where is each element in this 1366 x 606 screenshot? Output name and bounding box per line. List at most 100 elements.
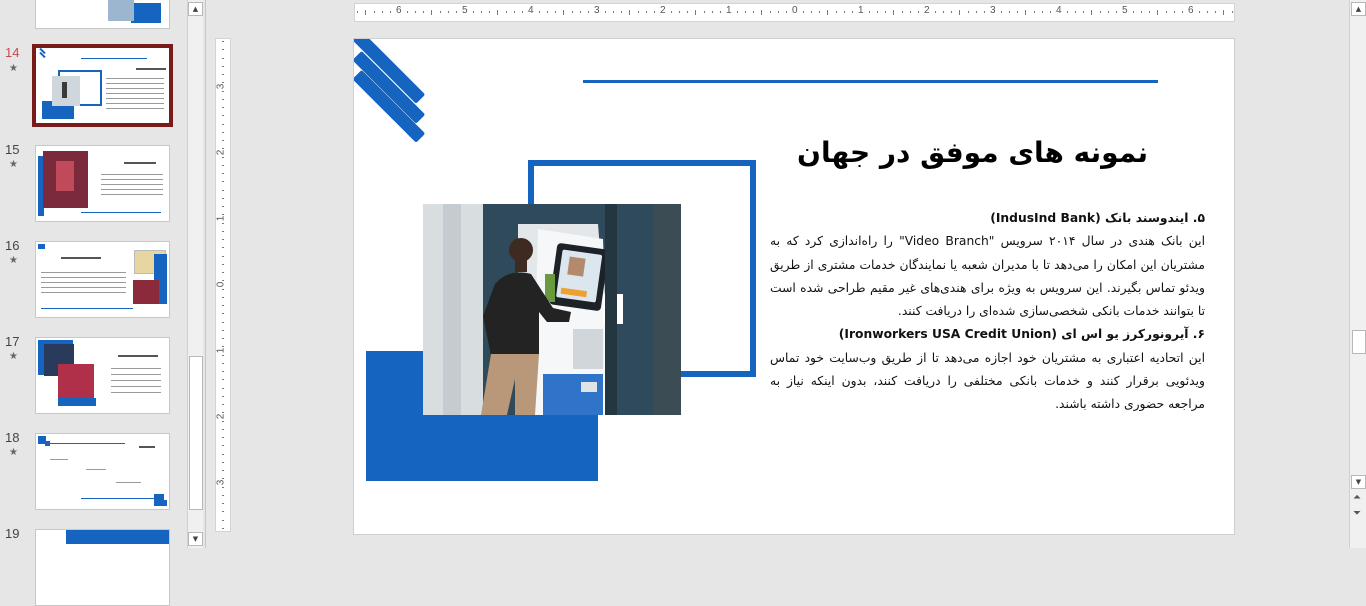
ruler-tick — [222, 379, 224, 381]
ruler-tick — [222, 329, 224, 331]
next-slide-icon[interactable]: ⏷ — [1353, 508, 1361, 519]
ruler-tick — [222, 41, 224, 42]
animation-star-icon: ★ — [9, 63, 18, 74]
ruler-tick — [934, 11, 936, 13]
ruler-tick — [621, 11, 622, 13]
slide-thumbnail-15[interactable] — [35, 145, 170, 222]
ruler-tick — [1083, 11, 1084, 13]
slide-thumbnail-16[interactable] — [35, 241, 170, 318]
item-5-heading: ۵. ایندوسند بانک (IndusInd Bank) — [990, 211, 1205, 225]
ruler-tick — [222, 387, 224, 389]
pane-splitter[interactable] — [205, 0, 206, 548]
ruler-tick — [604, 11, 606, 13]
ruler-number: 3 — [990, 5, 996, 16]
ruler-tick — [222, 395, 224, 397]
ruler-tick — [357, 11, 358, 13]
scroll-up-icon[interactable]: ▲ — [188, 2, 203, 16]
ruler-tick — [222, 115, 224, 117]
ruler-tick — [1140, 11, 1142, 13]
ruler-tick — [222, 486, 224, 488]
ruler-tick — [222, 164, 224, 166]
ruler-tick — [1050, 11, 1051, 13]
animation-star-icon: ★ — [9, 447, 18, 458]
ruler-tick — [439, 11, 441, 13]
ruler-tick — [975, 11, 977, 13]
previous-slide-icon[interactable]: ⏶ — [1353, 492, 1361, 503]
ruler-tick — [1099, 11, 1101, 13]
ruler-tick — [852, 11, 853, 13]
slide-number: 19 — [5, 526, 20, 541]
slide-thumbnail-14[interactable] — [32, 44, 173, 127]
slide-title[interactable]: نمونه های موفق در جهان — [797, 136, 1148, 169]
ruler-tick — [1223, 10, 1225, 15]
ruler-tick — [423, 11, 424, 13]
scrollbar-thumb[interactable] — [1352, 330, 1366, 354]
ruler-tick — [951, 11, 952, 13]
ruler-tick — [222, 65, 224, 67]
slide-thumbnail-18[interactable] — [35, 433, 170, 510]
ruler-tick — [1132, 11, 1134, 13]
ruler-tick — [645, 11, 647, 13]
ruler-tick — [1173, 11, 1175, 13]
horizontal-ruler[interactable]: 6 5 4 3 2 1 0 1 2 3 4 5 6 — [354, 3, 1235, 22]
ruler-tick — [612, 11, 614, 13]
slide-thumbnail-13[interactable] — [35, 0, 170, 29]
ruler-tick — [222, 74, 224, 75]
ruler-tick — [901, 11, 903, 13]
slide-canvas[interactable]: نمونه های موفق در جهان ۵. ایندوسند بانک … — [353, 38, 1235, 535]
ruler-tick — [222, 239, 224, 240]
ruler-tick — [222, 272, 224, 273]
ruler-tick — [406, 11, 408, 13]
ruler-tick — [563, 10, 565, 15]
scroll-up-icon[interactable]: ▲ — [1351, 2, 1366, 16]
ruler-tick — [222, 197, 224, 199]
ruler-tick — [222, 313, 224, 315]
ruler-tick — [687, 11, 688, 13]
ruler-tick — [1025, 10, 1027, 15]
slide-thumbnails-pane: 14 ★ 15 ★ 16 ★ 17 ★ 18 ★ 19 — [0, 0, 186, 606]
scrollbar-thumb[interactable] — [189, 356, 203, 510]
ruler-tick — [365, 10, 367, 15]
ruler-tick — [1165, 11, 1167, 13]
slide-number: 15 — [5, 142, 20, 157]
scroll-down-icon[interactable]: ▼ — [188, 532, 203, 546]
thumbnails-scrollbar[interactable]: ▲ ▼ — [187, 0, 203, 548]
ruler-tick — [579, 11, 581, 13]
slide-thumbnail-19[interactable] — [35, 529, 170, 606]
ruler-tick — [414, 11, 416, 13]
ruler-tick — [1116, 11, 1117, 13]
ruler-tick — [546, 11, 548, 13]
ruler-tick — [1033, 11, 1035, 13]
ruler-tick — [571, 11, 573, 13]
scroll-down-icon[interactable]: ▼ — [1351, 475, 1366, 489]
ruler-tick — [1215, 11, 1216, 13]
ruler-tick — [472, 11, 474, 13]
ruler-tick — [1017, 11, 1018, 13]
ruler-tick — [222, 420, 224, 422]
ruler-tick — [1206, 11, 1208, 13]
editor-scrollbar[interactable]: ▲ ▼ ⏶ ⏷ — [1349, 0, 1366, 548]
ruler-number: 6 — [1188, 5, 1194, 16]
ruler-tick — [893, 10, 895, 15]
ruler-tick — [222, 494, 224, 496]
slide-number: 16 — [5, 238, 20, 253]
animation-star-icon: ★ — [9, 255, 18, 266]
ruler-tick — [1000, 11, 1002, 13]
ruler-number: 1 — [726, 5, 732, 16]
ruler-tick — [222, 107, 224, 108]
slide-body-text[interactable]: ۵. ایندوسند بانک (IndusInd Bank) این بان… — [770, 207, 1205, 417]
ruler-tick — [761, 10, 763, 15]
vertical-ruler[interactable]: 3 2 1 0 1 2 3 — [215, 38, 231, 532]
ruler-tick — [222, 362, 224, 364]
slide-thumbnail-17[interactable] — [35, 337, 170, 414]
ruler-tick — [222, 445, 224, 447]
ruler-tick — [654, 11, 655, 13]
ruler-tick — [753, 11, 754, 13]
ruler-tick — [222, 437, 224, 438]
ruler-tick — [381, 11, 383, 13]
ruler-tick — [1198, 11, 1200, 13]
ruler-tick — [222, 428, 224, 430]
ruler-tick — [222, 296, 224, 298]
ruler-number: 4 — [528, 5, 534, 16]
ruler-number: 6 — [396, 5, 402, 16]
